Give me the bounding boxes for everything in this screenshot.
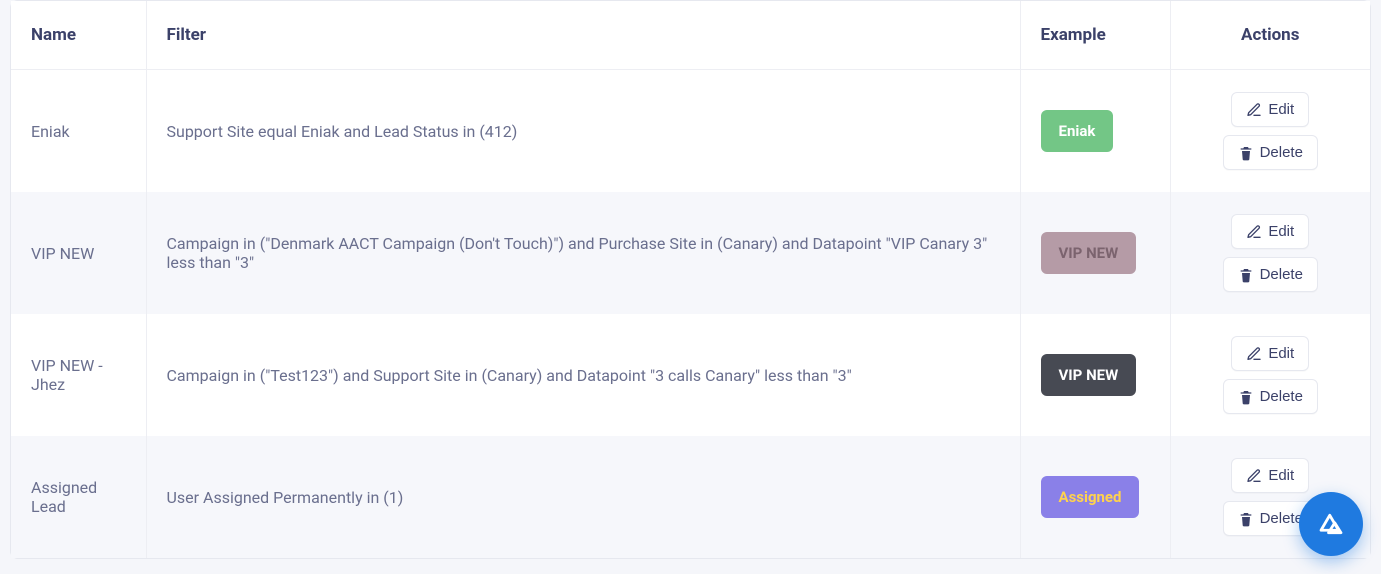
edit-label: Edit xyxy=(1268,345,1294,362)
cell-actions: Edit Delete xyxy=(1170,192,1370,314)
delete-label: Delete xyxy=(1260,388,1303,405)
trash-icon xyxy=(1238,145,1254,161)
delete-label: Delete xyxy=(1260,144,1303,161)
header-name: Name xyxy=(11,1,146,70)
cell-example: Assigned xyxy=(1020,436,1170,558)
cell-filter: User Assigned Permanently in (1) xyxy=(146,436,1020,558)
table-row: VIP NEW Campaign in ("Denmark AACT Campa… xyxy=(11,192,1370,314)
example-badge: VIP NEW xyxy=(1041,354,1137,396)
delete-button[interactable]: Delete xyxy=(1223,135,1318,170)
delete-button[interactable]: Delete xyxy=(1223,257,1318,292)
cell-actions: Edit Delete xyxy=(1170,70,1370,193)
delete-label: Delete xyxy=(1260,510,1303,527)
header-example: Example xyxy=(1020,1,1170,70)
header-actions: Actions xyxy=(1170,1,1370,70)
cell-example: VIP NEW xyxy=(1020,192,1170,314)
table-card: Name Filter Example Actions Eniak Suppor… xyxy=(10,0,1371,559)
edit-button[interactable]: Edit xyxy=(1231,92,1309,127)
cell-name: Eniak xyxy=(11,70,146,193)
example-badge: VIP NEW xyxy=(1041,232,1137,274)
header-filter: Filter xyxy=(146,1,1020,70)
cell-name: Assigned Lead xyxy=(11,436,146,558)
edit-button[interactable]: Edit xyxy=(1231,336,1309,371)
cell-example: Eniak xyxy=(1020,70,1170,193)
filters-table: Name Filter Example Actions Eniak Suppor… xyxy=(11,1,1370,558)
triangle-logo-icon xyxy=(1316,509,1346,539)
edit-label: Edit xyxy=(1268,223,1294,240)
cell-actions: Edit Delete xyxy=(1170,314,1370,436)
table-row: Eniak Support Site equal Eniak and Lead … xyxy=(11,70,1370,193)
delete-button[interactable]: Delete xyxy=(1223,379,1318,414)
edit-label: Edit xyxy=(1268,101,1294,118)
cell-filter: Support Site equal Eniak and Lead Status… xyxy=(146,70,1020,193)
cell-filter: Campaign in ("Test123") and Support Site… xyxy=(146,314,1020,436)
edit-icon xyxy=(1246,224,1262,240)
edit-button[interactable]: Edit xyxy=(1231,214,1309,249)
edit-icon xyxy=(1246,346,1262,362)
example-badge: Eniak xyxy=(1041,110,1114,152)
cell-name: VIP NEW - Jhez xyxy=(11,314,146,436)
edit-icon xyxy=(1246,102,1262,118)
edit-button[interactable]: Edit xyxy=(1231,458,1309,493)
example-badge: Assigned xyxy=(1041,476,1140,518)
trash-icon xyxy=(1238,511,1254,527)
cell-filter: Campaign in ("Denmark AACT Campaign (Don… xyxy=(146,192,1020,314)
trash-icon xyxy=(1238,389,1254,405)
table-row: Assigned Lead User Assigned Permanently … xyxy=(11,436,1370,558)
edit-icon xyxy=(1246,468,1262,484)
cell-name: VIP NEW xyxy=(11,192,146,314)
delete-label: Delete xyxy=(1260,266,1303,283)
trash-icon xyxy=(1238,267,1254,283)
help-fab[interactable] xyxy=(1299,492,1363,556)
cell-example: VIP NEW xyxy=(1020,314,1170,436)
edit-label: Edit xyxy=(1268,467,1294,484)
table-row: VIP NEW - Jhez Campaign in ("Test123") a… xyxy=(11,314,1370,436)
